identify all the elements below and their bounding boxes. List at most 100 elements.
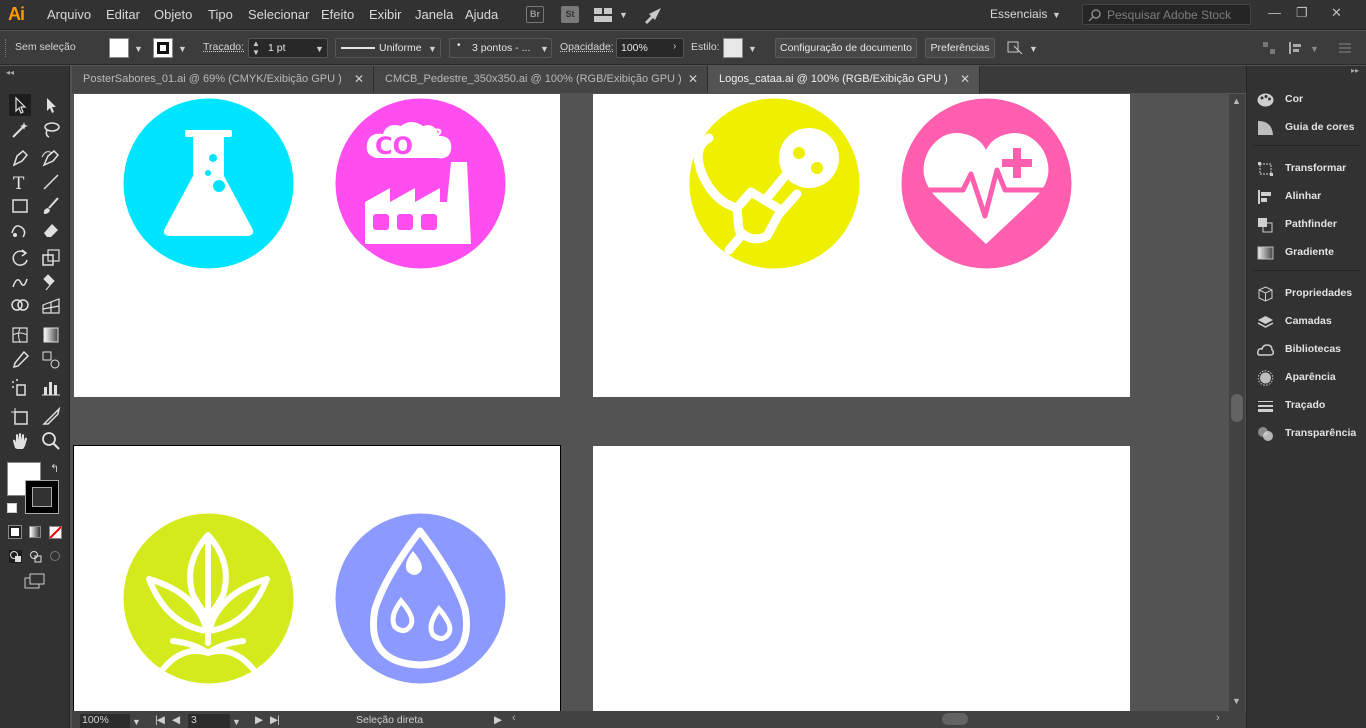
stock-search-input[interactable]: Pesquisar Adobe Stock [1082, 4, 1251, 25]
panel-transparencia[interactable]: Transparência [1257, 423, 1365, 445]
line-segment-tool-icon[interactable] [40, 171, 62, 193]
direct-selection-tool-icon[interactable] [40, 94, 62, 116]
symbol-sprayer-tool-icon[interactable] [9, 377, 31, 399]
close-icon[interactable]: ✕ [688, 66, 698, 93]
shape-builder-tool-icon[interactable] [9, 295, 31, 317]
tab-logos-cataa[interactable]: Logos_cataa.ai @ 100% (RGB/Exibição GPU … [708, 66, 980, 93]
rotate-tool-icon[interactable] [9, 247, 31, 269]
water-drops-icon[interactable] [335, 513, 506, 684]
zoom-field[interactable]: 100% [80, 714, 130, 728]
style-swatch[interactable] [723, 38, 743, 58]
stroke-color-box[interactable] [25, 480, 59, 514]
panel-propriedades[interactable]: Propriedades [1257, 283, 1365, 305]
chevron-down-icon[interactable]: ▼ [1052, 10, 1061, 20]
chevron-down-icon[interactable]: ▼ [134, 44, 143, 54]
panel-aparencia[interactable]: Aparência [1257, 367, 1365, 389]
shaper-tool-icon[interactable] [9, 219, 31, 241]
science-flask-icon[interactable] [123, 98, 294, 269]
mesh-tool-icon[interactable] [9, 324, 31, 346]
document-setup-button[interactable]: Configuração de documento [775, 38, 917, 58]
scale-tool-icon[interactable] [40, 247, 62, 269]
curvature-tool-icon[interactable] [40, 147, 62, 169]
next-artboard-icon[interactable]: ▶ [255, 714, 263, 726]
fill-swatch[interactable] [109, 38, 129, 58]
opacity-label[interactable]: Opacidade: [560, 41, 614, 53]
collapse-panel-icon[interactable]: ◂◂ [6, 68, 14, 77]
swap-colors-icon[interactable]: ↰ [50, 462, 59, 475]
scroll-right-icon[interactable]: › [1216, 712, 1220, 724]
chevron-down-icon[interactable]: ▼ [619, 10, 628, 20]
puppet-warp-tool-icon[interactable] [40, 271, 62, 293]
expand-panels-icon[interactable]: ▸▸ [1351, 66, 1359, 75]
gradient-mode-icon[interactable] [29, 526, 41, 538]
panel-cor[interactable]: Cor [1257, 89, 1365, 111]
tab-cmcb-pedestre[interactable]: CMCB_Pedestre_350x350.ai @ 100% (RGB/Exi… [374, 66, 708, 93]
draw-behind-icon[interactable] [29, 550, 42, 563]
draw-inside-icon[interactable] [49, 550, 62, 563]
scroll-down-icon[interactable]: ▼ [1232, 696, 1241, 706]
panel-tracado[interactable]: Traçado [1257, 395, 1365, 417]
menu-exibir[interactable]: Exibir [369, 7, 402, 22]
plant-leaves-icon[interactable] [123, 513, 294, 684]
eraser-tool-icon[interactable] [40, 219, 62, 241]
magic-wand-tool-icon[interactable] [9, 119, 31, 141]
stroke-weight-field[interactable]: ▲ ▼ 1 pt ▼ [248, 38, 328, 58]
panel-alinhar[interactable]: Alinhar [1257, 186, 1365, 208]
close-icon[interactable]: ✕ [960, 66, 970, 93]
workspace-switcher[interactable]: Essenciais [990, 7, 1060, 21]
heart-health-icon[interactable] [901, 98, 1072, 269]
slice-tool-icon[interactable] [40, 406, 62, 428]
artboard-4[interactable] [593, 446, 1130, 711]
color-mode-icon[interactable] [8, 525, 22, 539]
artboard-tool-icon[interactable] [9, 406, 31, 428]
stroke-label[interactable]: Traçado: [203, 41, 244, 53]
tab-postersabores[interactable]: PosterSabores_01.ai @ 69% (CMYK/Exibição… [72, 66, 374, 93]
draw-normal-icon[interactable] [9, 550, 22, 563]
menu-arquivo[interactable]: Arquivo [47, 7, 91, 22]
lasso-tool-icon[interactable] [40, 119, 62, 141]
arrange-documents-icon[interactable] [594, 8, 614, 22]
chevron-down-icon[interactable]: ▼ [748, 44, 757, 54]
chevron-down-icon[interactable]: ▼ [132, 717, 141, 727]
arrange-icon[interactable] [1006, 40, 1024, 56]
warp-tool-icon[interactable] [9, 271, 31, 293]
grip-handle[interactable] [5, 39, 7, 57]
menu-tipo[interactable]: Tipo [208, 7, 233, 22]
scroll-up-icon[interactable]: ▲ [1232, 96, 1241, 106]
minimize-button[interactable]: — [1268, 5, 1281, 20]
bridge-icon[interactable]: Br [526, 6, 544, 23]
stock-icon[interactable]: St [561, 6, 579, 23]
perspective-grid-tool-icon[interactable] [40, 295, 62, 317]
vertical-scroll-thumb[interactable] [1231, 394, 1243, 422]
vertical-scrollbar[interactable]: ▲ ▼ [1229, 94, 1245, 711]
panel-guia-de-cores[interactable]: Guia de cores [1257, 117, 1365, 139]
panel-pathfinder[interactable]: Pathfinder [1257, 214, 1365, 236]
selection-tool-icon[interactable] [9, 94, 31, 116]
chevron-down-icon[interactable]: ▼ [1029, 44, 1038, 54]
panel-menu-icon[interactable] [1338, 41, 1352, 55]
canvas-area[interactable]: CO 2 [72, 94, 1229, 711]
menu-ajuda[interactable]: Ajuda [465, 7, 498, 22]
prev-artboard-icon[interactable]: ◀ [172, 714, 180, 726]
chevron-down-icon[interactable]: ▼ [232, 717, 241, 727]
panel-transformar[interactable]: Transformar [1257, 158, 1365, 180]
default-colors-icon[interactable] [7, 503, 17, 513]
preferences-button[interactable]: Preferências [925, 38, 995, 58]
status-menu-icon[interactable]: ▶ [494, 714, 502, 726]
zoom-tool-icon[interactable] [40, 430, 62, 452]
panel-gradiente[interactable]: Gradiente [1257, 242, 1365, 264]
co2-factory-icon[interactable]: CO 2 [335, 98, 506, 269]
close-button[interactable]: ✕ [1331, 5, 1342, 21]
none-mode-icon[interactable] [49, 526, 62, 539]
restore-button[interactable]: ❐ [1296, 5, 1308, 21]
menu-objeto[interactable]: Objeto [154, 7, 192, 22]
menu-editar[interactable]: Editar [106, 7, 140, 22]
distribute-icon[interactable] [1288, 41, 1304, 55]
column-graph-tool-icon[interactable] [40, 377, 62, 399]
gradient-tool-icon[interactable] [40, 324, 62, 346]
screen-mode-icon[interactable] [24, 573, 46, 589]
stroke-profile-select[interactable]: Uniforme ▼ [335, 38, 441, 58]
last-artboard-icon[interactable]: ▶| [270, 714, 280, 726]
chevron-down-icon[interactable]: ▼ [1310, 44, 1319, 54]
brush-definition-select[interactable]: • 3 pontos - ... ▼ [449, 38, 552, 58]
